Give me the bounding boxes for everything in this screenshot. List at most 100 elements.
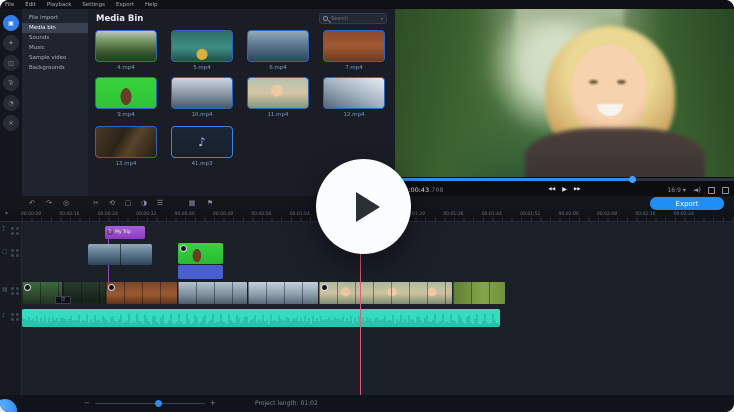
rail-filters-icon[interactable]: ✦ <box>3 35 19 51</box>
tool-rail: ▣ ✦ ◫ Tr ◔ ✕ <box>0 9 22 196</box>
toggle-dot[interactable] <box>11 292 14 295</box>
toggle-dot[interactable] <box>16 287 19 290</box>
unpin-icon[interactable] <box>708 186 715 194</box>
next-frame-button[interactable]: ▶▶ <box>574 187 581 193</box>
toggle-dot[interactable] <box>11 287 14 290</box>
toggle-dot[interactable] <box>16 313 19 316</box>
toggle-dot[interactable] <box>11 313 14 316</box>
toggle-dot[interactable] <box>11 232 14 235</box>
rail-transitions-icon[interactable]: ◫ <box>3 55 19 71</box>
ruler-label: 00:02:00 <box>558 212 579 217</box>
snap-icon[interactable]: * <box>5 211 8 218</box>
overlay-linked-audio[interactable] <box>178 265 223 279</box>
woman-face <box>571 44 647 136</box>
title-clip-badge: Tr <box>107 230 113 235</box>
play-icon <box>355 191 380 222</box>
preview-video[interactable] <box>395 8 734 177</box>
media-item-7.mp4[interactable] <box>323 30 385 62</box>
toggle-dot[interactable] <box>11 254 14 257</box>
menu-item-playback[interactable]: Playback <box>47 2 72 8</box>
ruler-label: 00:00:48 <box>212 212 234 217</box>
menu-item-edit[interactable]: Edit <box>25 2 36 8</box>
menu-item-export[interactable]: Export <box>116 2 134 8</box>
video-clip-snow1[interactable] <box>178 282 247 304</box>
media-item-12.mp4[interactable] <box>323 77 385 109</box>
volume-icon[interactable]: ◄) <box>693 186 701 194</box>
play-overlay-button[interactable] <box>316 159 411 254</box>
import-item-sounds[interactable]: Sounds <box>22 33 88 43</box>
media-item-label: 13.mp4 <box>115 161 137 167</box>
split-icon[interactable]: ✂ <box>90 198 102 208</box>
track-toggles[interactable] <box>11 249 19 257</box>
video-clip-field[interactable] <box>453 282 505 304</box>
track-toggles[interactable] <box>11 287 19 295</box>
rail-titles-icon[interactable]: Tr <box>3 75 19 91</box>
toggle-dot[interactable] <box>16 249 19 252</box>
fullscreen-icon[interactable] <box>722 186 729 194</box>
color-icon[interactable]: ◑ <box>138 198 150 208</box>
toggle-dot[interactable] <box>16 227 19 230</box>
toggle-dot[interactable] <box>16 254 19 257</box>
menu-item-settings[interactable]: Settings <box>82 2 105 8</box>
search-box[interactable]: ▾ <box>319 13 387 24</box>
import-item-backgrounds[interactable]: Backgrounds <box>22 63 88 73</box>
toggle-dot[interactable] <box>11 318 14 321</box>
rail-media-import-icon[interactable]: ▣ <box>3 15 19 31</box>
rotate-icon[interactable]: ⟲ <box>106 198 118 208</box>
zoom-slider-handle[interactable] <box>154 400 162 407</box>
video-clip-snow2[interactable] <box>248 282 318 304</box>
play-button[interactable]: ▶ <box>562 187 567 193</box>
media-item-4.mp4[interactable] <box>95 30 157 62</box>
zoom-in-button[interactable]: + <box>210 400 216 407</box>
media-item-6.mp4[interactable] <box>247 30 309 62</box>
ruler-label: 00:02:16 <box>635 212 656 217</box>
toggle-dot[interactable] <box>11 227 14 230</box>
properties-icon[interactable]: ☰ <box>154 198 166 208</box>
seek-bar[interactable] <box>395 176 734 183</box>
chevron-down-icon: ▾ <box>380 16 383 21</box>
crop-icon[interactable]: ▢ <box>122 198 134 208</box>
marker-icon[interactable]: ⚑ <box>204 198 216 208</box>
search-input[interactable] <box>331 15 381 22</box>
snapshot-icon[interactable]: ▦ <box>186 198 198 208</box>
menu-item-file[interactable]: File <box>5 2 14 8</box>
zoom-slider[interactable] <box>94 400 205 407</box>
track-toggles[interactable] <box>11 227 19 235</box>
media-item-10.mp4[interactable] <box>171 77 233 109</box>
ruler-label: 00:02:24 <box>673 212 694 217</box>
video-clip-woman[interactable] <box>319 282 452 304</box>
seek-handle[interactable] <box>629 176 637 183</box>
title-clip[interactable]: Tr My Trip <box>105 226 145 239</box>
media-item-13.mp4[interactable] <box>95 126 157 158</box>
toggle-dot[interactable] <box>11 249 14 252</box>
search-icon <box>323 16 328 21</box>
media-item-5.mp4[interactable] <box>171 30 233 62</box>
aspect-ratio-select[interactable]: 16:9 ▾ <box>667 187 685 194</box>
import-item-sample-video[interactable]: Sample video <box>22 53 88 63</box>
media-item-9.mp4[interactable] <box>95 77 157 109</box>
zoom-out-button[interactable]: − <box>84 400 90 407</box>
overlay-clip-lake[interactable] <box>88 244 152 265</box>
redo-icon[interactable]: ↷ <box>43 198 55 208</box>
record-icon[interactable]: ◎ <box>60 198 72 208</box>
clip-badge <box>108 284 115 291</box>
import-item-file-import[interactable]: File import <box>22 13 88 23</box>
export-button[interactable]: Export <box>650 197 724 210</box>
import-item-media-bin[interactable]: Media bin <box>22 23 88 33</box>
transition-badge[interactable]: ◫ <box>55 296 71 304</box>
media-item-41.mp3[interactable]: ♪ <box>171 126 233 158</box>
toggle-dot[interactable] <box>16 318 19 321</box>
menu-item-help[interactable]: Help <box>145 2 158 8</box>
audio-clip[interactable] <box>22 309 500 327</box>
import-item-music[interactable]: Music <box>22 43 88 53</box>
rail-stickers-icon[interactable]: ◔ <box>3 95 19 111</box>
prev-frame-button[interactable]: ◀◀ <box>548 187 555 193</box>
track-toggles[interactable] <box>11 313 19 321</box>
media-item-11.mp4[interactable] <box>247 77 309 109</box>
clip-badge <box>24 284 31 291</box>
toggle-dot[interactable] <box>16 232 19 235</box>
toggle-dot[interactable] <box>16 292 19 295</box>
undo-icon[interactable]: ↶ <box>26 198 38 208</box>
rail-tools-icon[interactable]: ✕ <box>3 115 19 131</box>
video-clip-desert[interactable] <box>106 282 177 304</box>
